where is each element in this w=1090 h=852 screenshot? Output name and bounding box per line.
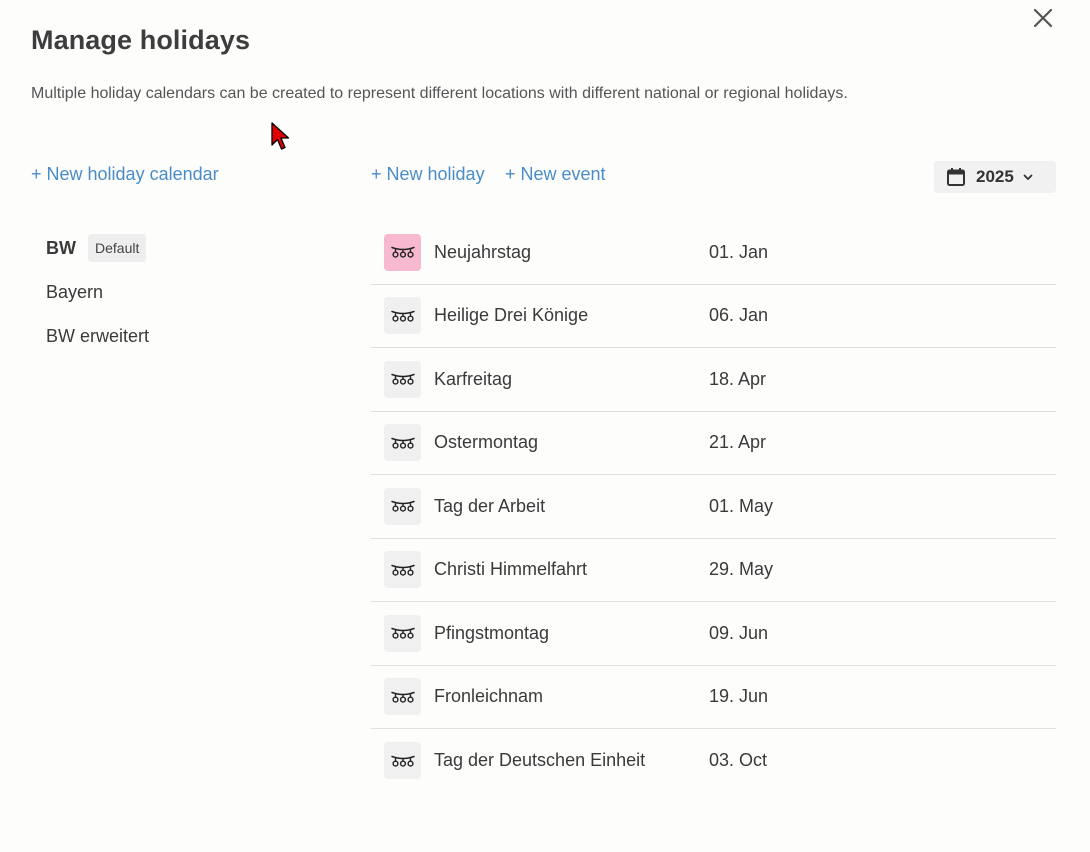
close-button[interactable] (1030, 5, 1056, 31)
festoon-icon (384, 614, 421, 652)
festoon-icon (384, 424, 421, 462)
holiday-name: Tag der Deutschen Einheit (434, 750, 646, 771)
festoon-icon (384, 742, 421, 780)
festoon-icon (384, 678, 421, 716)
holiday-name: Heilige Drei Könige (434, 305, 589, 326)
calendar-icon (947, 168, 965, 186)
holiday-name: Tag der Arbeit (434, 495, 546, 516)
holiday-date: 18. Apr (709, 368, 767, 389)
holiday-name: Neujahrstag (434, 241, 532, 262)
holiday-row[interactable]: Karfreitag 18. Apr (371, 348, 1056, 412)
holiday-date: 03. Oct (709, 750, 768, 771)
new-holiday-calendar-link[interactable]: + New holiday calendar (31, 164, 219, 185)
holiday-row[interactable]: Heilige Drei Könige 06. Jan (371, 285, 1056, 348)
dialog-description: Multiple holiday calendars can be create… (31, 85, 848, 102)
festoon-icon (384, 360, 421, 398)
close-icon (1033, 8, 1053, 28)
festoon-icon (384, 233, 421, 271)
holiday-name: Christi Himmelfahrt (434, 559, 588, 580)
holiday-row[interactable]: Christi Himmelfahrt 29. May (371, 539, 1056, 602)
holiday-date: 21. Apr (709, 432, 767, 453)
holiday-date: 01. May (709, 495, 774, 516)
year-picker[interactable]: 2025 (934, 161, 1056, 193)
holiday-name: Karfreitag (434, 368, 513, 389)
holiday-row[interactable]: Pfingstmontag 09. Jun (371, 602, 1056, 666)
holiday-name: Fronleichnam (434, 686, 544, 707)
holiday-name: Pfingstmontag (434, 622, 550, 643)
calendar-item-bw[interactable]: BW Default (34, 226, 334, 270)
calendar-list: BW Default Bayern BW erweitert (34, 226, 334, 358)
holiday-date: 29. May (709, 559, 774, 580)
calendar-item-bw-erweitert[interactable]: BW erweitert (34, 314, 334, 358)
holiday-row[interactable]: Tag der Arbeit 01. May (371, 475, 1056, 539)
holiday-date: 19. Jun (709, 686, 769, 707)
calendar-name: Bayern (46, 281, 104, 302)
calendar-name: BW erweitert (46, 325, 150, 346)
festoon-icon (384, 551, 421, 589)
holiday-date: 01. Jan (709, 241, 769, 262)
calendar-name: BW (46, 237, 76, 258)
festoon-icon (384, 297, 421, 335)
holiday-row[interactable]: Fronleichnam 19. Jun (371, 666, 1056, 729)
calendar-item-bayern[interactable]: Bayern (34, 270, 334, 314)
year-value: 2025 (976, 167, 1014, 186)
holiday-name: Ostermontag (434, 432, 539, 453)
holiday-date: 09. Jun (709, 622, 769, 643)
default-badge: Default (88, 234, 147, 262)
chevron-down-icon (1022, 171, 1034, 183)
new-holiday-link[interactable]: + New holiday (371, 164, 485, 185)
holiday-row[interactable]: Neujahrstag 01. Jan (371, 221, 1056, 285)
holiday-row[interactable]: Tag der Deutschen Einheit 03. Oct (371, 729, 1056, 793)
mouse-cursor-icon (271, 122, 290, 150)
holiday-date: 06. Jan (709, 305, 769, 326)
holiday-row[interactable]: Ostermontag 21. Apr (371, 412, 1056, 475)
holiday-list: Neujahrstag 01. Jan Heilige Drei Könige … (371, 221, 1056, 793)
new-event-link[interactable]: + New event (505, 164, 606, 185)
dialog-title: Manage holidays (31, 25, 251, 55)
festoon-icon (384, 487, 421, 525)
